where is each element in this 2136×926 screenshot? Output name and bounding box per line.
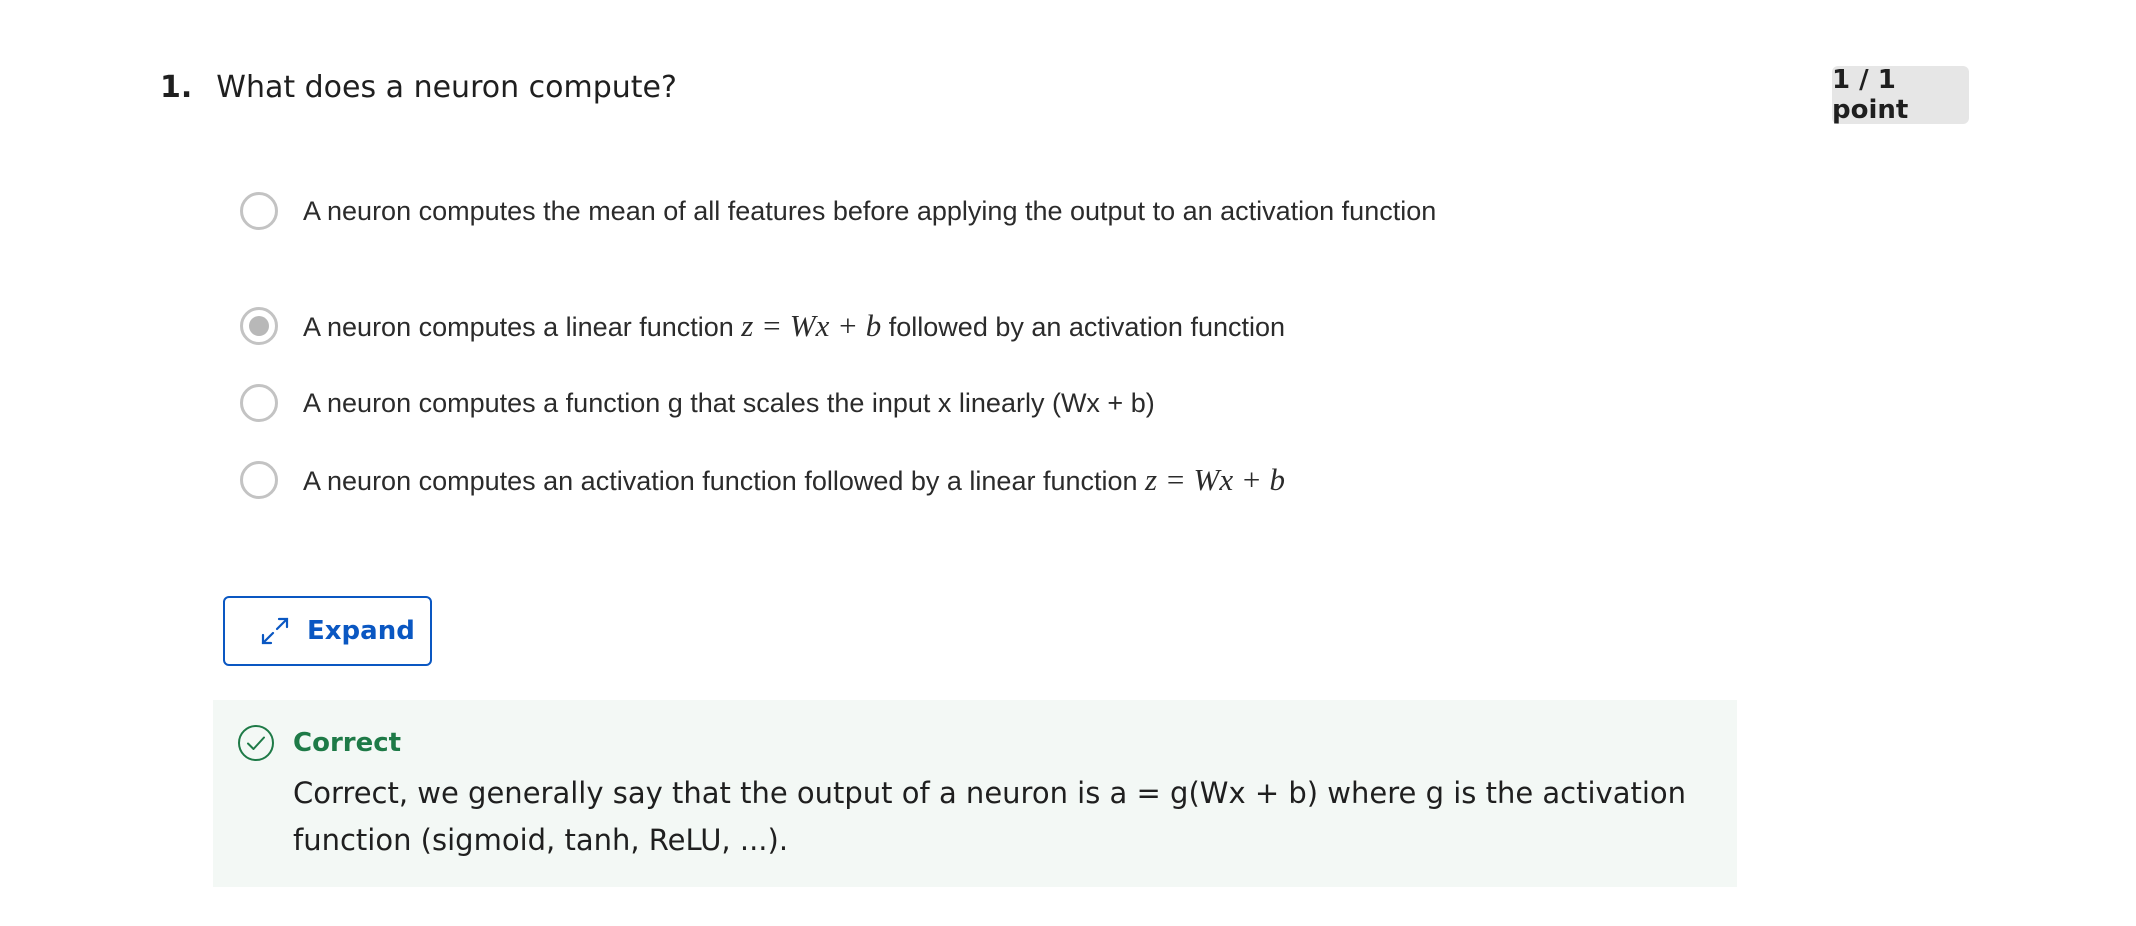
expand-arrows-icon xyxy=(261,617,289,645)
option-4-radio[interactable] xyxy=(240,461,278,499)
expand-button[interactable]: Expand xyxy=(223,596,432,666)
option-4-math: z = Wx + b xyxy=(1145,462,1286,497)
feedback-panel: Correct Correct, we generally say that t… xyxy=(213,700,1737,887)
question-text: What does a neuron compute? xyxy=(216,70,677,105)
option-2[interactable]: A neuron computes a linear function z = … xyxy=(240,305,1453,348)
option-2-label: A neuron computes a linear function z = … xyxy=(303,305,1453,348)
feedback-text: Correct, we generally say that the outpu… xyxy=(293,776,1687,857)
option-4[interactable]: A neuron computes an activation function… xyxy=(240,459,1453,502)
option-1[interactable]: A neuron computes the mean of all featur… xyxy=(240,190,1453,232)
feedback-title: Correct xyxy=(293,728,402,758)
option-2-radio[interactable] xyxy=(240,307,278,345)
option-3[interactable]: A neuron computes a function g that scal… xyxy=(240,382,1453,424)
option-2-text-before: A neuron computes a linear function xyxy=(303,312,742,342)
option-3-radio[interactable] xyxy=(240,384,278,422)
question-number: 1. xyxy=(160,70,193,105)
expand-button-label: Expand xyxy=(307,616,415,646)
option-3-label: A neuron computes a function g that scal… xyxy=(303,388,1155,418)
option-4-label: A neuron computes an activation function… xyxy=(303,459,1453,502)
option-2-math: z = Wx + b xyxy=(741,308,882,343)
option-1-label: A neuron computes the mean of all featur… xyxy=(303,196,1437,226)
points-badge: 1 / 1 point xyxy=(1832,65,1969,125)
check-circle-icon xyxy=(238,725,274,761)
option-4-text-before: A neuron computes an activation function… xyxy=(303,466,1146,496)
option-2-text-after: followed by an activation function xyxy=(881,312,1286,342)
option-1-radio[interactable] xyxy=(240,192,278,230)
question-header: 1. What does a neuron compute? xyxy=(160,70,677,105)
